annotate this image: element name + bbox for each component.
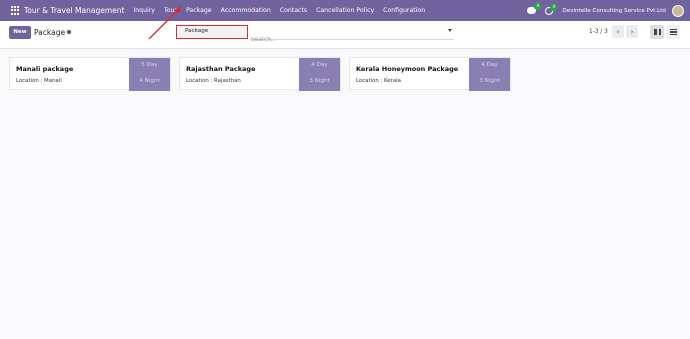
card-location: Location : Kerala xyxy=(356,78,401,84)
card-duration-panel: 5 Day 4 Night xyxy=(129,58,170,91)
card-location: Location : Manali xyxy=(16,78,62,84)
card-nights: 3 Night xyxy=(479,78,500,84)
chevron-left-icon: ‹ xyxy=(616,27,620,36)
menu-item-configuration[interactable]: Configuration xyxy=(383,7,425,14)
card-duration-panel: 4 Day 3 Night xyxy=(469,58,510,91)
chat-icon[interactable]: 4 xyxy=(527,3,542,14)
card-duration-panel: 4 Day 3 Night xyxy=(299,58,340,91)
new-button[interactable]: New xyxy=(9,26,31,39)
pager-previous-button[interactable]: ‹ xyxy=(612,25,624,38)
pager-value[interactable]: 1-3 / 3 xyxy=(589,29,608,35)
activity-clock-icon[interactable]: 4 xyxy=(545,3,558,15)
breadcrumb: Package xyxy=(34,28,66,37)
kanban-card-manali[interactable]: Manali package Location : Manali 5 Day 4… xyxy=(9,57,171,91)
card-nights: 3 Night xyxy=(309,78,330,84)
navbar-right: 4 4 Devintelle Consulting Service Pvt.Lt… xyxy=(527,0,684,21)
list-icon xyxy=(669,29,677,35)
chat-badge: 4 xyxy=(534,3,542,10)
kanban-card-rajasthan[interactable]: Rajasthan Package Location : Rajasthan 4… xyxy=(179,57,341,91)
card-title: Rajasthan Package xyxy=(186,65,256,73)
company-switcher[interactable]: Devintelle Consulting Service Pvt.Ltd xyxy=(562,8,666,14)
card-title: Kerala Honeymoon Package xyxy=(356,65,459,73)
top-navbar: Tour & Travel Management Inquiry Tour Pa… xyxy=(0,0,690,21)
package-dropdown-item[interactable]: Package xyxy=(176,25,248,39)
gear-icon[interactable] xyxy=(66,29,72,35)
kanban-icon xyxy=(653,29,661,35)
card-days: 4 Day xyxy=(311,62,328,68)
menu-item-package[interactable]: Package xyxy=(186,7,212,14)
pager-next-button[interactable]: › xyxy=(626,25,638,38)
menu-item-contacts[interactable]: Contacts xyxy=(280,7,307,14)
kanban-card-kerala[interactable]: Kerala Honeymoon Package Location : Kera… xyxy=(349,57,511,91)
app-title[interactable]: Tour & Travel Management xyxy=(24,6,124,15)
chevron-right-icon: › xyxy=(630,27,634,36)
activity-badge: 4 xyxy=(550,3,558,11)
red-arrow-annotation xyxy=(148,6,182,40)
apps-grid-icon[interactable] xyxy=(11,6,20,15)
card-days: 5 Day xyxy=(141,62,158,68)
avatar[interactable] xyxy=(672,4,684,17)
card-title: Manali package xyxy=(16,65,74,73)
kanban-view-button[interactable] xyxy=(650,25,664,39)
search-options-chevron-down-icon[interactable] xyxy=(448,29,452,32)
menu-item-accommodation[interactable]: Accommodation xyxy=(221,7,271,14)
card-location: Location : Rajasthan xyxy=(186,78,241,84)
search-bar xyxy=(249,26,454,46)
control-panel: New Package 1-3 / 3 ‹ › xyxy=(0,21,690,49)
card-nights: 4 Night xyxy=(139,78,160,84)
menu-item-cancellation-policy[interactable]: Cancellation Policy xyxy=(316,7,374,14)
card-days: 4 Day xyxy=(481,62,498,68)
search-input[interactable] xyxy=(249,34,439,46)
list-view-button[interactable] xyxy=(666,25,680,39)
